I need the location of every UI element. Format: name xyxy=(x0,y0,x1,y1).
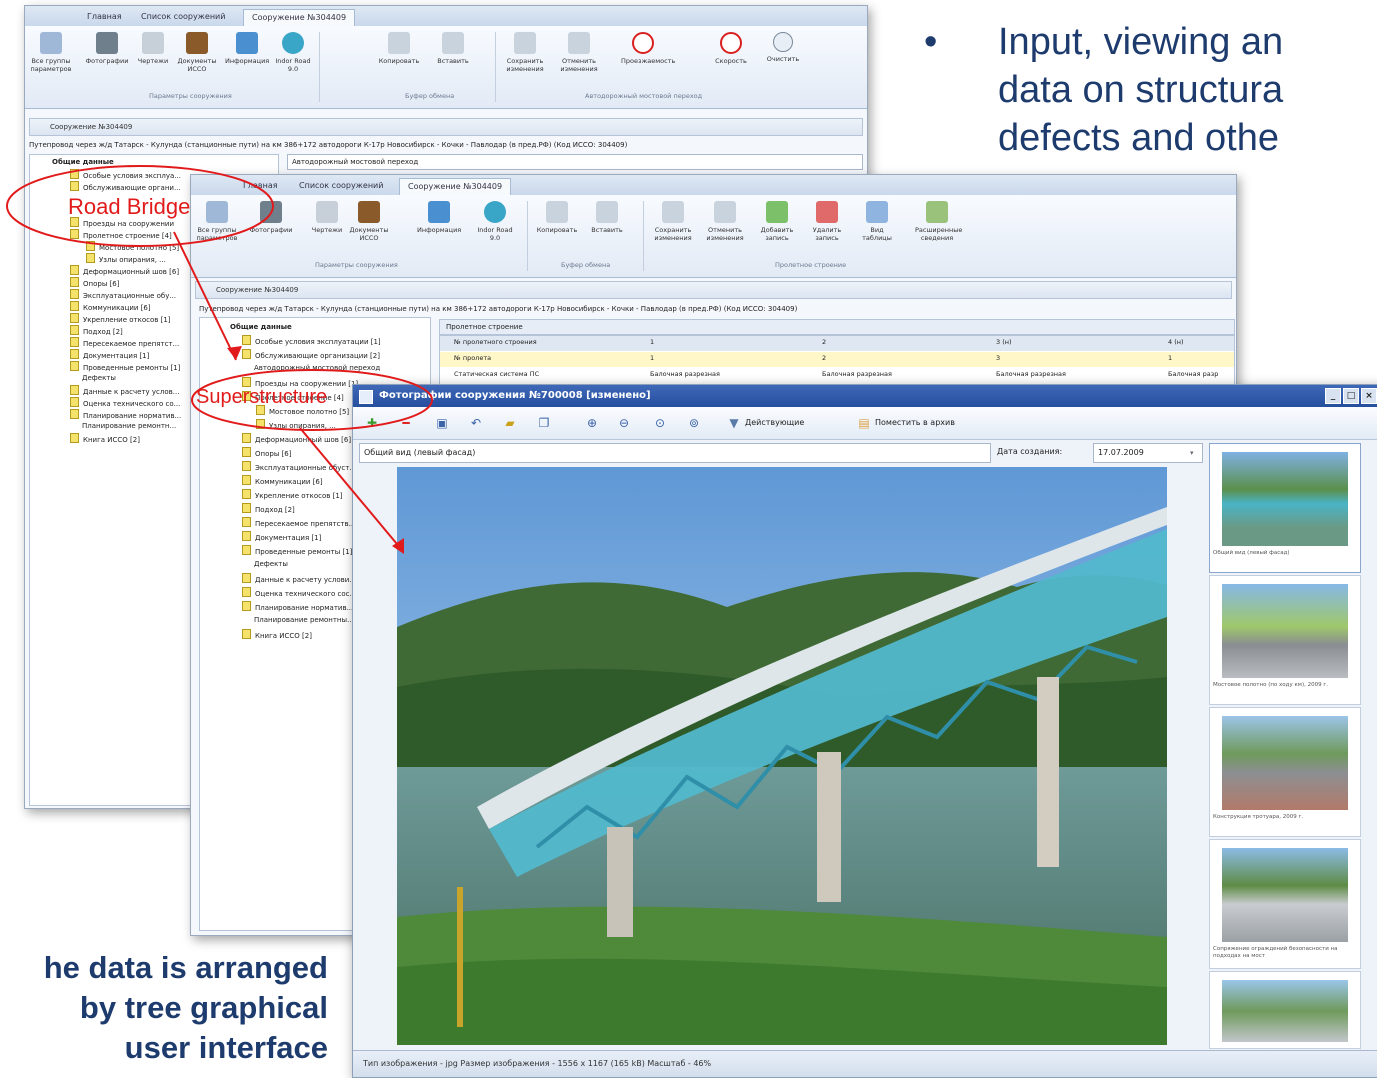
bullet-line-2: data on structura xyxy=(998,69,1284,111)
bullet-icon: • xyxy=(924,21,938,63)
arrow-to-superstructure xyxy=(173,231,237,361)
arrow-to-photo xyxy=(299,427,403,551)
caption-line-2: by tree graphical xyxy=(79,990,328,1025)
superstructure-label: Superstructure xyxy=(196,386,328,408)
bullet-line-3: defects and othe xyxy=(998,117,1279,159)
caption-line-3: user interface xyxy=(124,1030,328,1065)
caption-line-1: he data is arranged xyxy=(43,950,328,985)
road-bridge-label: Road Bridge xyxy=(68,194,191,219)
bullet-line-1: Input, viewing an xyxy=(998,21,1284,63)
arrowhead-icon xyxy=(227,346,242,360)
